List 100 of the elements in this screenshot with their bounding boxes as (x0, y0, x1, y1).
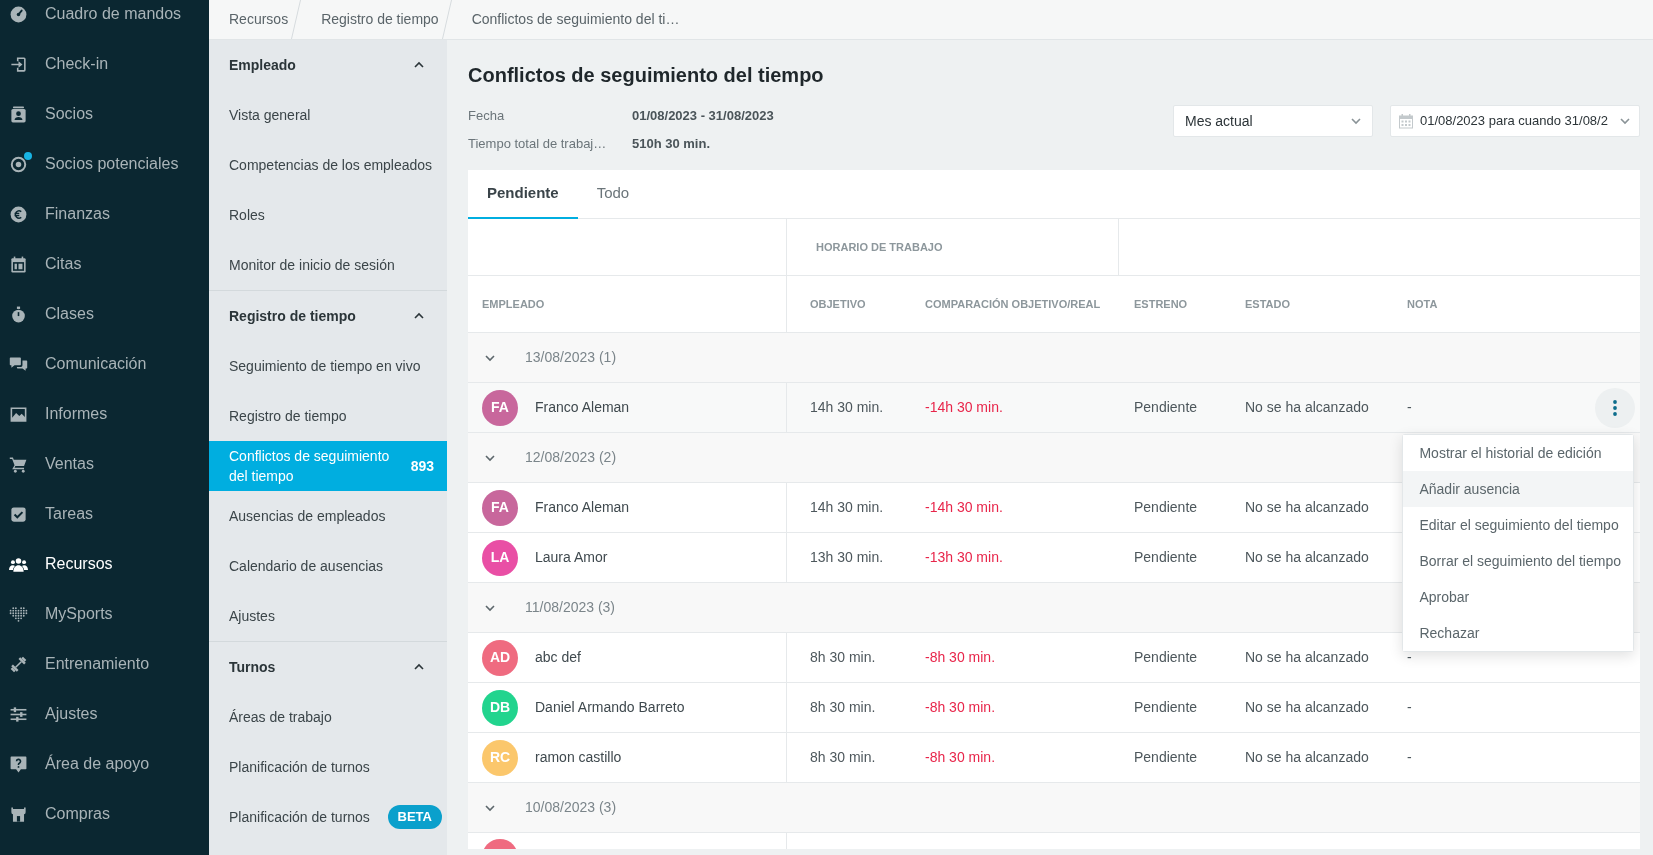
period-select[interactable]: Mes actual (1173, 105, 1373, 137)
group-date: 13/08/2023 (1) (525, 348, 617, 367)
note-text: - (1407, 398, 1412, 417)
chat-icon (9, 354, 28, 374)
sidebar-item[interactable]: Socios (0, 89, 209, 139)
status-text: No se ha alcanzado (1245, 398, 1369, 417)
sidebar-item[interactable]: Clases (0, 289, 209, 339)
section-nav-item[interactable]: Monitor de inicio de sesión (209, 240, 447, 290)
menu-item[interactable]: Mostrar el historial de edición (1403, 435, 1633, 471)
avatar: FA (482, 489, 518, 526)
section-header[interactable]: Empleado (209, 40, 447, 90)
sidebar-item[interactable]: Cuadro de mandos (0, 0, 209, 39)
status-text: No se ha alcanzado (1245, 548, 1369, 567)
sidebar-item[interactable]: Área de apoyo (0, 739, 209, 789)
area-chart-icon (9, 404, 28, 424)
section-nav-item[interactable]: Calendario de ausencias (209, 541, 447, 591)
section-nav-item[interactable]: Ausencias de empleados (209, 491, 447, 541)
employee-name: Laura Amor (535, 548, 608, 567)
vertical-dots-icon (1613, 399, 1617, 416)
note-text: - (1407, 648, 1412, 667)
status-text: No se ha alcanzado (1245, 698, 1369, 717)
target-time: 14h 30 min. (810, 398, 884, 417)
row-actions-button[interactable] (1595, 387, 1635, 428)
sidebar-item[interactable]: Ventas (0, 439, 209, 489)
sidebar-item[interactable]: Citas (0, 239, 209, 289)
group-date: 10/08/2023 (3) (525, 798, 617, 817)
sidebar-item[interactable]: Entrenamiento (0, 639, 209, 689)
time-difference: -13h 30 min. (925, 548, 1003, 567)
section-nav-item[interactable]: Áreas de trabajo (209, 692, 447, 742)
target-time: 8h 30 min. (810, 748, 876, 767)
menu-item[interactable]: Añadir ausencia (1403, 471, 1633, 507)
section-nav-item[interactable]: Ajustes (209, 591, 447, 641)
sidebar-item[interactable]: Check-in (0, 39, 209, 89)
section-nav-item[interactable]: Roles (209, 190, 447, 240)
breadcrumb-link[interactable]: Conflictos de seguimiento del ti… (451, 0, 683, 39)
group-date: 12/08/2023 (2) (525, 448, 617, 467)
tab[interactable]: Todo (577, 170, 649, 219)
release-status: Pendiente (1134, 648, 1198, 667)
section-nav-item[interactable]: Seguimiento de tiempo en vivo (209, 341, 447, 391)
dumbbell-icon (9, 654, 28, 674)
calendar-icon (9, 254, 28, 274)
avatar: AD (482, 639, 518, 676)
section-header[interactable]: Turnos (209, 642, 447, 692)
contact-card-icon (9, 104, 28, 124)
help-bubble-icon (9, 754, 28, 774)
summary-value: 01/08/2023 - 31/08/2023 (632, 107, 774, 125)
tab[interactable]: Pendiente (468, 170, 578, 219)
time-difference: -8h 30 min. (925, 748, 996, 767)
release-status: Pendiente (1134, 498, 1198, 517)
sign-in-icon (9, 54, 28, 74)
section-nav-item[interactable]: Planificación de turnos BETA (209, 792, 447, 842)
avatar: LA (482, 539, 518, 576)
column-header: COMPARACIÓN OBJETIVO/REAL (925, 296, 1101, 312)
section-header[interactable]: Registro de tiempo (209, 291, 447, 341)
dotted-heart-icon (9, 604, 28, 624)
checkbox-icon (9, 504, 28, 524)
page-title: Conflictos de seguimiento del tiempo (468, 63, 825, 87)
conflict-count: 893 (410, 456, 434, 476)
employee-name: Daniel Armando Barreto (535, 698, 685, 717)
status-text: No se ha alcanzado (1245, 648, 1369, 667)
section-nav-item[interactable]: Planificación de turnos (209, 742, 447, 792)
section-nav-item[interactable]: Registro de tiempo (209, 391, 447, 441)
breadcrumb-link[interactable]: Registro de tiempo (301, 0, 442, 39)
beta-tag: BETA (387, 805, 442, 829)
sidebar-item[interactable]: Socios potenciales (0, 139, 209, 189)
gauge-icon (9, 4, 28, 24)
stopwatch-icon (9, 304, 28, 324)
target-time: 8h 30 min. (810, 698, 876, 717)
section-nav-item[interactable]: Competencias de los empleados (209, 140, 447, 190)
sidebar-item[interactable]: Recursos (0, 539, 209, 589)
sidebar-item[interactable]: Compras (0, 789, 209, 839)
menu-item[interactable]: Borrar el seguimiento del tiempo (1403, 543, 1633, 579)
menu-item[interactable]: Aprobar (1403, 579, 1633, 615)
column-header: ESTADO (1245, 296, 1291, 312)
menu-item[interactable]: Editar el seguimiento del tiempo (1403, 507, 1633, 543)
time-difference: -8h 30 min. (925, 648, 996, 667)
employee-name: Franco Aleman (535, 498, 630, 517)
sidebar-item[interactable]: Finanzas (0, 189, 209, 239)
target-time: 14h 30 min. (810, 498, 884, 517)
summary-label: Fecha (468, 107, 506, 125)
sidebar-item[interactable]: Ajustes (0, 689, 209, 739)
time-difference: -14h 30 min. (925, 398, 1003, 417)
sidebar-item[interactable]: MySports (0, 589, 209, 639)
release-status: Pendiente (1134, 548, 1198, 567)
storefront-icon (9, 804, 28, 824)
column-header: NOTA (1407, 296, 1438, 312)
target-time: 8h 30 min. (810, 648, 876, 667)
avatar: RC (482, 739, 518, 776)
menu-item[interactable]: Rechazar (1403, 615, 1633, 651)
sidebar-item[interactable]: Informes (0, 389, 209, 439)
avatar: DB (482, 689, 518, 726)
sidebar-item[interactable]: Comunicación (0, 339, 209, 389)
group-date: 11/08/2023 (3) (525, 598, 616, 617)
column-group-header: HORARIO DE TRABAJO (816, 239, 943, 255)
breadcrumb-link[interactable]: Recursos (209, 0, 292, 39)
sidebar-item[interactable]: Tareas (0, 489, 209, 539)
time-difference: -14h 30 min. (925, 498, 1003, 517)
note-text: - (1407, 698, 1412, 717)
date-range-picker[interactable]: 01/08/2023 para cuando 31/08/2 (1390, 105, 1640, 137)
section-nav-item[interactable]: Vista general (209, 90, 447, 140)
